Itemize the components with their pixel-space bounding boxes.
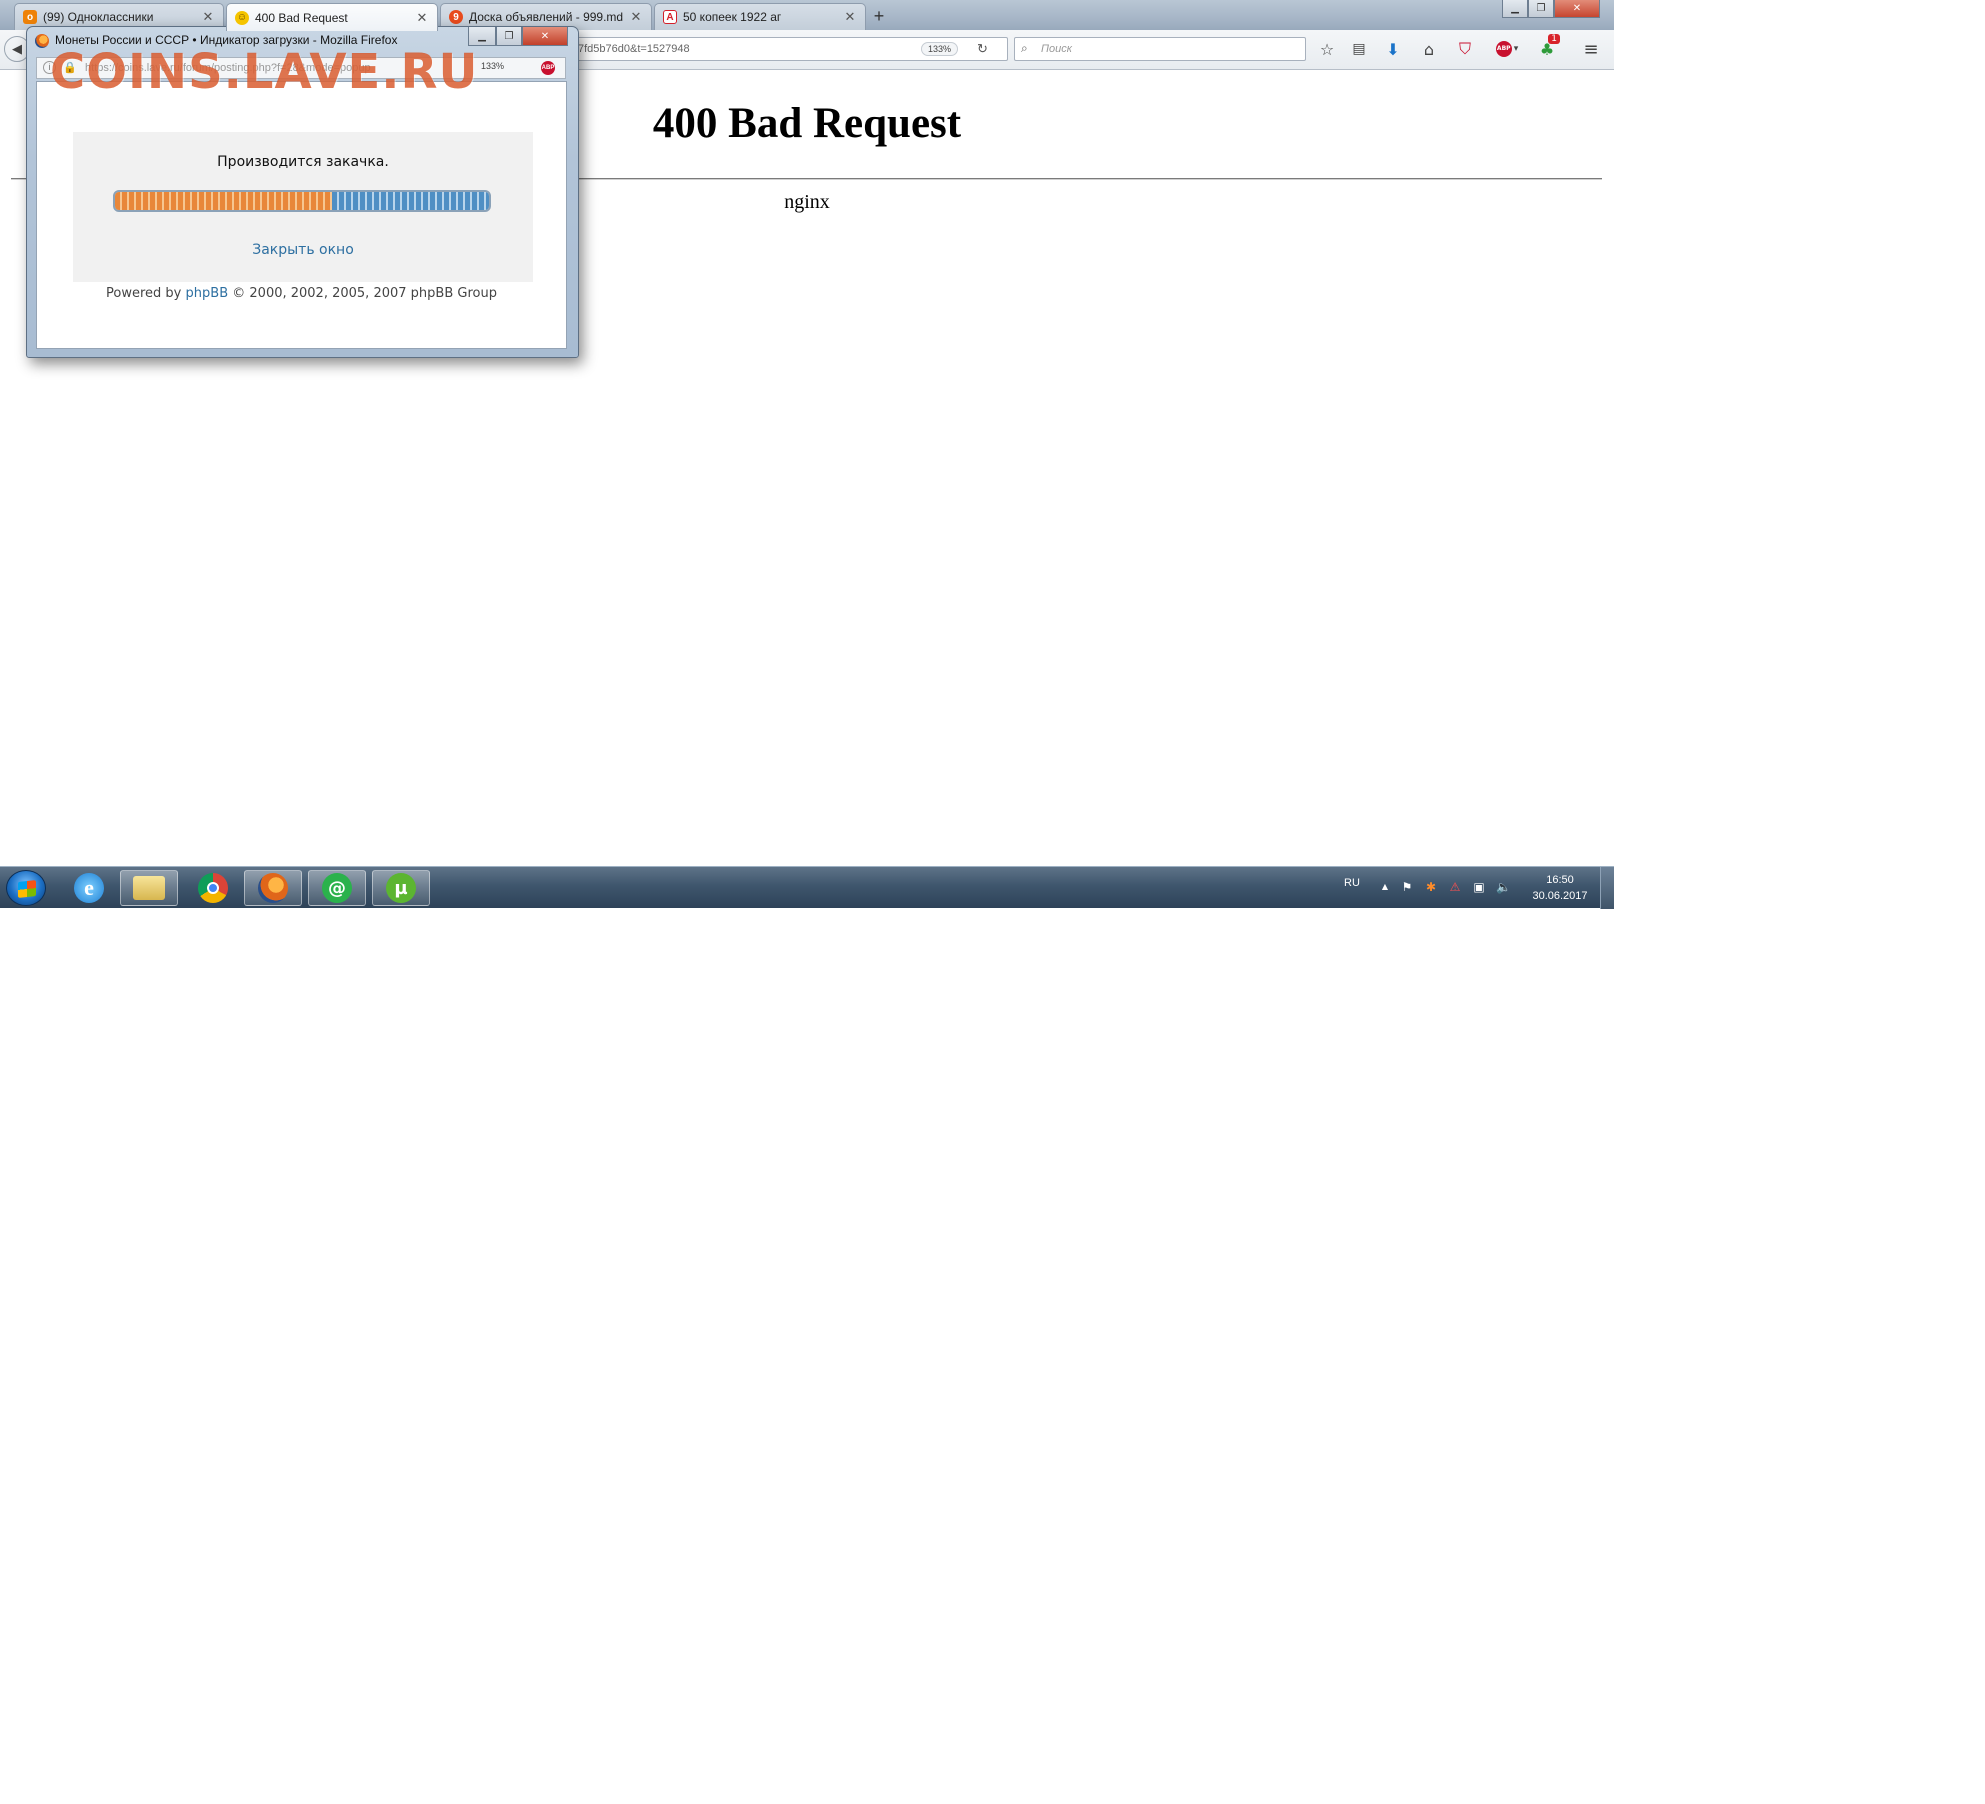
firefox-icon (35, 34, 49, 48)
home-icon[interactable]: ⌂ (1418, 38, 1440, 60)
adblock-icon[interactable]: ABP ▾ (1490, 38, 1524, 60)
chrome-icon (198, 873, 228, 903)
close-icon[interactable]: ✕ (201, 9, 215, 25)
progress-bar (113, 190, 491, 212)
clock-time: 16:50 (1546, 874, 1574, 886)
taskbar-mail-agent[interactable]: @ (308, 870, 366, 906)
progress-panel: Производится закачка. Закрыть окно (73, 132, 533, 282)
antivirus-icon[interactable]: ⚠ (1448, 880, 1462, 894)
firefox-icon (258, 873, 288, 903)
internet-explorer-icon: e (74, 873, 104, 903)
close-window-button[interactable]: ✕ (1554, 0, 1600, 18)
close-icon[interactable]: ✕ (415, 10, 429, 26)
tab-label: 50 копеек 1922 аг (683, 10, 782, 24)
taskbar-utorrent[interactable]: µ (372, 870, 430, 906)
action-center-flag-icon[interactable]: ⚑ (1400, 880, 1414, 894)
extension-icon[interactable]: ♣ 1 (1536, 34, 1560, 60)
restore-button[interactable]: ❐ (1528, 0, 1554, 18)
progress-remaining (331, 192, 489, 210)
progress-message: Производится закачка. (217, 154, 389, 170)
screenshot: o (99) Одноклассники ✕ ☺ 400 Bad Request… (0, 0, 1985, 1804)
network-icon[interactable]: ▣ (1472, 880, 1486, 894)
adblock-icon[interactable]: ABP (541, 61, 555, 75)
tab-label: (99) Одноклассники (43, 10, 154, 24)
windows-taskbar: e @ µ RU ▲ ⚑ ✱ ⚠ ▣ 🔈 16:50 30.06.2017 (0, 866, 1614, 909)
taskbar-firefox[interactable] (244, 870, 302, 906)
zoom-indicator[interactable]: 133% (481, 61, 504, 71)
taskbar-ie[interactable]: e (60, 870, 118, 906)
restore-button[interactable]: ❐ (496, 27, 522, 46)
shield-icon[interactable]: ⛉ (1454, 38, 1476, 60)
tab-strip: o (99) Одноклассники ✕ ☺ 400 Bad Request… (0, 0, 1614, 31)
volume-icon[interactable]: 🔈 (1496, 880, 1511, 894)
folder-icon (133, 876, 165, 900)
bookmarks-list-icon[interactable]: ▤ (1348, 38, 1370, 60)
language-indicator[interactable]: RU (1344, 877, 1360, 889)
close-icon[interactable]: ✕ (629, 9, 643, 25)
watermark: COINS.LAVE.RU (50, 44, 479, 100)
taskbar-explorer[interactable] (120, 870, 178, 906)
popup-body: Производится закачка. Закрыть окно Power… (36, 81, 567, 349)
download-icon[interactable]: ⬇ (1382, 38, 1404, 60)
bookmark-star-icon[interactable]: ☆ (1316, 38, 1338, 60)
search-input[interactable]: ⌕ Поиск (1014, 37, 1306, 61)
close-icon[interactable]: ✕ (843, 9, 857, 25)
minimize-button[interactable]: ▁ (1502, 0, 1528, 18)
tab-label: 400 Bad Request (255, 10, 348, 25)
at-sign-icon: @ (322, 873, 352, 903)
utorrent-icon: µ (386, 873, 416, 903)
url-text: 7fd5b76d0&t=1527948 (578, 43, 690, 55)
progress-fill (115, 192, 332, 210)
phpbb-link[interactable]: phpBB (186, 286, 229, 301)
start-button[interactable] (6, 870, 46, 906)
clock-date: 30.06.2017 (1532, 890, 1588, 902)
menu-icon[interactable]: ≡ (1580, 38, 1602, 60)
close-window-link[interactable]: Закрыть окно (73, 242, 533, 258)
new-tab-button[interactable]: + (868, 5, 890, 27)
ok-icon: o (23, 10, 37, 24)
search-icon: ⌕ (1021, 41, 1028, 55)
footer-prefix: Powered by (106, 286, 182, 301)
tab-400-bad-request[interactable]: ☺ 400 Bad Request ✕ (226, 3, 438, 31)
smiley-icon: ☺ (235, 10, 249, 25)
tab-label: Доска объявлений - 999.md (469, 10, 624, 24)
notification-badge: 1 (1548, 34, 1560, 44)
footer-copyright: © 2000, 2002, 2005, 2007 phpBB Group (232, 286, 497, 301)
close-window-button[interactable]: ✕ (522, 27, 568, 46)
999-icon: 9 (449, 10, 463, 24)
search-placeholder: Поиск (1041, 43, 1072, 55)
a-icon: A (663, 10, 677, 24)
show-desktop-button[interactable] (1600, 867, 1614, 909)
tab-50-kopeek[interactable]: A 50 копеек 1922 аг ✕ (654, 3, 866, 30)
show-hidden-icons-icon[interactable]: ▲ (1378, 880, 1392, 894)
avast-icon[interactable]: ✱ (1424, 880, 1438, 894)
reload-icon[interactable]: ↻ (977, 41, 988, 57)
clock[interactable]: 16:50 30.06.2017 (1530, 872, 1590, 904)
popup-footer: Powered by phpBB © 2000, 2002, 2005, 200… (37, 286, 566, 301)
windows-logo-icon (18, 880, 36, 898)
taskbar-chrome[interactable] (184, 870, 242, 906)
zoom-indicator[interactable]: 133% (921, 42, 959, 56)
